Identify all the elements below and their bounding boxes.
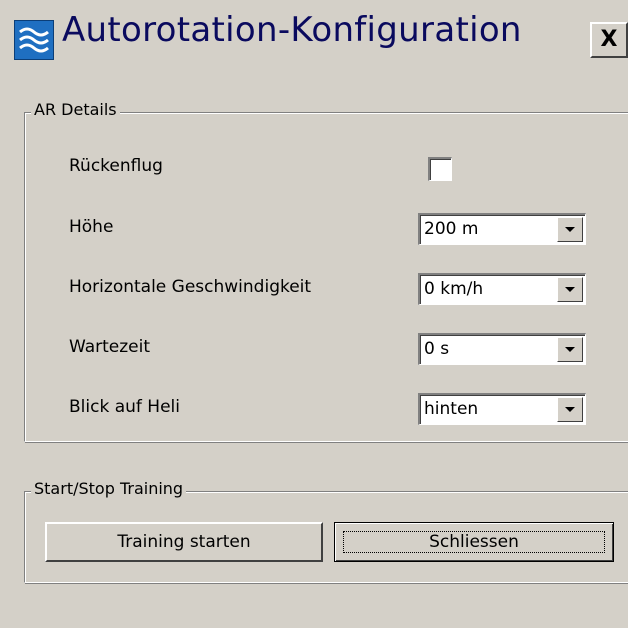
close-button[interactable]: Schliessen <box>334 522 614 562</box>
rueckenflug-label: Rückenflug <box>69 156 163 176</box>
horizontal-speed-label: Horizontale Geschwindigkeit <box>69 277 312 297</box>
wartezeit-value: 0 s <box>424 339 450 359</box>
wartezeit-combo[interactable]: 0 s <box>418 333 586 365</box>
hoehe-combo[interactable]: 200 m <box>418 213 586 245</box>
horizontal-speed-value: 0 km/h <box>424 279 484 299</box>
blick-auf-heli-value: hinten <box>424 399 479 419</box>
hoehe-label: Höhe <box>69 217 114 237</box>
blick-auf-heli-combo[interactable]: hinten <box>418 393 586 425</box>
window-title: Autorotation-Konfiguration <box>62 10 522 50</box>
horizontal-speed-combo[interactable]: 0 km/h <box>418 273 586 305</box>
title-bar[interactable]: Autorotation-Konfiguration X <box>0 0 628 66</box>
blick-auf-heli-label: Blick auf Heli <box>69 397 180 417</box>
rueckenflug-checkbox[interactable] <box>428 157 452 181</box>
chevron-down-icon[interactable] <box>557 337 583 362</box>
training-group-label: Start/Stop Training <box>31 479 187 498</box>
autorotation-config-window: Autorotation-Konfiguration X AR Details … <box>0 0 628 628</box>
close-button-label: Schliessen <box>429 532 519 552</box>
start-training-label: Training starten <box>117 532 251 552</box>
hoehe-value: 200 m <box>424 219 479 239</box>
app-waves-icon <box>14 20 54 60</box>
start-training-button[interactable]: Training starten <box>45 522 323 562</box>
chevron-down-icon[interactable] <box>557 217 583 242</box>
chevron-down-icon[interactable] <box>557 277 583 302</box>
chevron-down-icon[interactable] <box>557 397 583 422</box>
close-icon[interactable]: X <box>590 22 628 58</box>
wartezeit-label: Wartezeit <box>69 337 151 357</box>
close-label: X <box>600 27 618 52</box>
ar-details-group-label: AR Details <box>31 100 120 119</box>
